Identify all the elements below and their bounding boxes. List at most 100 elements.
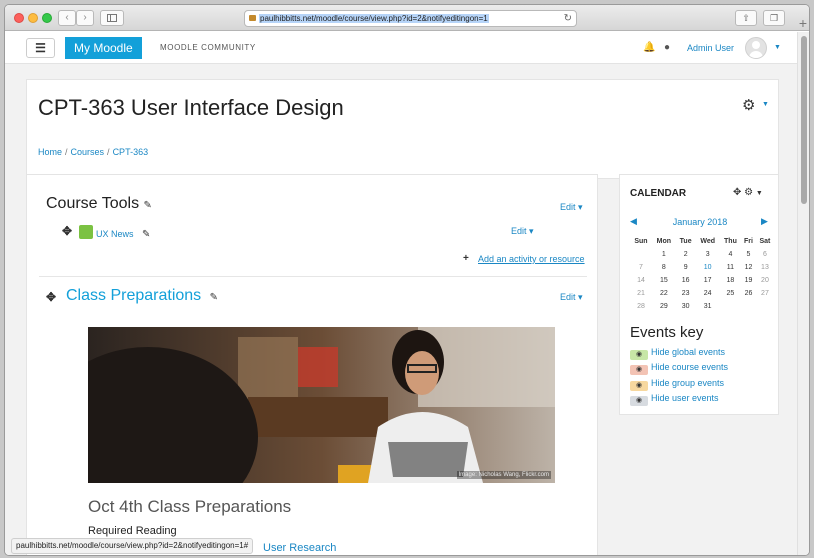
event-label: Hide global events — [651, 347, 726, 357]
reload-icon[interactable]: ↻ — [564, 11, 572, 26]
chevron-down-icon[interactable]: ▼ — [756, 190, 763, 197]
moodle-navbar: ☰ My Moodle MOODLE COMMUNITY 🔔 ● Admin U… — [5, 32, 799, 64]
chevron-down-icon[interactable]: ▼ — [774, 44, 781, 51]
sidebar-icon — [107, 14, 117, 22]
calendar-day: 18 — [726, 277, 735, 284]
weekday-label: Mon — [656, 238, 672, 245]
calendar-day: 11 — [726, 264, 735, 271]
page-viewport: ☰ My Moodle MOODLE COMMUNITY 🔔 ● Admin U… — [5, 32, 799, 555]
calendar-day — [630, 248, 652, 261]
calendar-week: 28 29 30 31 — [630, 300, 774, 313]
calendar-day: 20 — [761, 277, 769, 284]
new-tab-button[interactable]: + — [795, 16, 809, 32]
calendar-day: 22 — [659, 290, 668, 297]
address-bar[interactable]: paulhibbitts.net/moodle/course/view.php?… — [244, 10, 577, 27]
eye-icon: ◉ — [630, 396, 648, 406]
event-label: Hide user events — [651, 393, 719, 403]
gear-icon[interactable]: ⚙ — [744, 187, 753, 198]
events-key-heading: Events key — [630, 324, 704, 341]
move-icon[interactable]: ✥ — [62, 224, 72, 238]
add-activity-link[interactable]: Add an activity or resource — [478, 254, 585, 264]
previous-month-icon[interactable]: ◀ — [630, 216, 637, 227]
event-toggle-course[interactable]: ◉ Hide course events — [630, 362, 728, 375]
block-controls: ✥ ⚙ ▼ — [733, 187, 763, 198]
event-toggle-global[interactable]: ◉ Hide global events — [630, 347, 725, 360]
breadcrumb-courses[interactable]: Courses — [71, 147, 105, 157]
breadcrumb-course[interactable]: CPT-363 — [113, 147, 149, 157]
chevron-down-icon[interactable]: ▼ — [762, 101, 769, 108]
avatar[interactable] — [745, 37, 767, 59]
calendar-day: 15 — [659, 277, 668, 284]
course-header: CPT-363 User Interface Design Home / Cours… — [26, 79, 779, 179]
next-month-icon[interactable]: ▶ — [761, 216, 768, 227]
browser-titlebar: ‹ › paulhibbitts.net/moodle/course/view.… — [5, 5, 809, 31]
calendar-day: 4 — [728, 251, 733, 258]
calendar-week: 1 2 3 4 5 6 — [630, 248, 774, 261]
eye-icon: ◉ — [630, 350, 648, 360]
event-toggle-user[interactable]: ◉ Hide user events — [630, 393, 719, 406]
calendar-month[interactable]: January 2018 — [620, 217, 780, 227]
edit-section-menu[interactable]: Edit ▾ — [560, 202, 583, 213]
breadcrumb-home[interactable]: Home — [38, 147, 62, 157]
calendar-day-today[interactable]: 10 — [696, 261, 720, 274]
calendar-day: 26 — [744, 290, 753, 297]
move-icon[interactable]: ✥ — [733, 187, 741, 198]
sidebar-toggle-button[interactable] — [100, 10, 124, 26]
calendar-day: 6 — [762, 251, 767, 258]
calendar-week: 7 8 9 10 11 12 13 — [630, 261, 774, 274]
scrollbar-thumb[interactable] — [801, 36, 807, 204]
plus-icon: + — [463, 253, 469, 264]
user-menu-name[interactable]: Admin User — [687, 43, 734, 53]
notifications-icon[interactable]: 🔔 — [643, 42, 655, 53]
pencil-icon[interactable]: ✎ — [144, 200, 152, 211]
event-label: Hide group events — [651, 378, 725, 388]
photo-illustration — [88, 327, 555, 483]
section-title-text: Class Preparations — [66, 287, 202, 304]
pencil-icon[interactable]: ✎ — [142, 229, 150, 240]
calendar-day — [756, 300, 774, 313]
messages-icon[interactable]: ● — [664, 42, 670, 53]
weekday-label: Sun — [634, 238, 648, 245]
calendar-day: 14 — [637, 277, 645, 284]
calendar-day: 2 — [683, 251, 688, 258]
calendar-day: 31 — [703, 303, 712, 310]
show-tabs-button[interactable]: ❐ — [763, 10, 785, 26]
edit-section-menu[interactable]: Edit ▾ — [560, 292, 583, 303]
breadcrumb: Home / Courses / CPT-363 — [38, 147, 149, 157]
address-text: paulhibbitts.net/moodle/course/view.php?… — [259, 14, 489, 23]
status-bar: paulhibbitts.net/moodle/course/view.php?… — [11, 538, 254, 554]
event-toggle-group[interactable]: ◉ Hide group events — [630, 378, 724, 391]
calendar-day: 3 — [705, 251, 710, 258]
section-title-class-preparations[interactable]: Class Preparations ✎ — [66, 287, 218, 305]
page-scrollbar[interactable] — [797, 32, 809, 555]
moodle-community-link[interactable]: MOODLE COMMUNITY — [160, 43, 256, 52]
calendar-day: 5 — [746, 251, 751, 258]
calendar-day — [741, 300, 756, 313]
minimize-window-button[interactable] — [28, 13, 38, 23]
menu-toggle-button[interactable]: ☰ — [26, 38, 55, 58]
eye-icon: ◉ — [630, 381, 648, 391]
share-button[interactable]: ⇧ — [735, 10, 757, 26]
calendar-day: 9 — [683, 264, 688, 271]
forward-button[interactable]: › — [76, 10, 94, 26]
calendar-day: 19 — [744, 277, 753, 284]
section-title-text: Course Tools — [46, 195, 140, 212]
edit-activity-menu[interactable]: Edit ▾ — [511, 226, 534, 237]
weekday-label: Wed — [700, 238, 715, 245]
calendar-day: 12 — [744, 264, 753, 271]
section-title-course-tools: Course Tools ✎ — [46, 195, 152, 213]
edit-label: Edit — [560, 202, 576, 212]
move-icon[interactable]: ✥ — [46, 290, 56, 304]
reading-link[interactable]: User Research — [263, 542, 336, 554]
calendar-day — [720, 300, 741, 313]
calendar-day: 29 — [659, 303, 668, 310]
gear-icon[interactable]: ⚙ — [742, 96, 755, 114]
close-window-button[interactable] — [14, 13, 24, 23]
zoom-window-button[interactable] — [42, 13, 52, 23]
pencil-icon[interactable]: ✎ — [210, 292, 218, 303]
edit-label: Edit — [511, 226, 527, 236]
back-button[interactable]: ‹ — [58, 10, 76, 26]
calendar-day: 28 — [637, 303, 645, 310]
my-moodle-link[interactable]: My Moodle — [65, 37, 142, 59]
activity-ux-news[interactable]: UX News ✎ — [96, 229, 150, 240]
